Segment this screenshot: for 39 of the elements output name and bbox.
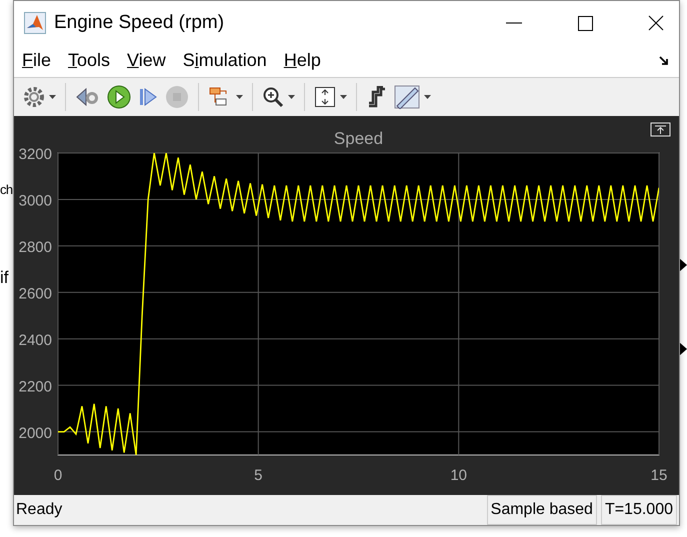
step-forward-icon[interactable] xyxy=(137,86,159,108)
menu-item[interactable]: File xyxy=(22,47,52,74)
caret-icon[interactable] xyxy=(340,95,347,100)
background-text: if xyxy=(0,267,8,289)
chart-title: Speed xyxy=(334,129,384,148)
y-tick-label: 2400 xyxy=(18,332,52,349)
ruler-icon[interactable] xyxy=(394,85,420,110)
x-tick-label: 15 xyxy=(650,467,668,484)
x-tick-label: 5 xyxy=(254,467,262,484)
y-tick-label: 3200 xyxy=(18,146,52,164)
app-logo-icon xyxy=(24,12,46,34)
y-tick-label: 2200 xyxy=(18,378,52,396)
undock-icon[interactable] xyxy=(650,122,670,137)
y-tick-label: 2800 xyxy=(18,238,52,256)
autoscale-icon[interactable] xyxy=(314,86,336,108)
run-icon[interactable] xyxy=(107,85,131,110)
menu-item[interactable]: Help xyxy=(284,47,321,74)
y-tick-label: 2000 xyxy=(18,424,52,442)
x-tick-label: 10 xyxy=(450,467,467,484)
settings-icon[interactable] xyxy=(23,86,45,108)
signal-icon[interactable] xyxy=(366,86,388,108)
arrow-icon[interactable] xyxy=(659,56,669,66)
y-tick-label: 2600 xyxy=(18,285,52,302)
caret-icon[interactable] xyxy=(288,95,295,100)
caret-icon[interactable] xyxy=(49,95,56,100)
caret-icon[interactable] xyxy=(236,95,243,100)
status-text: Ready xyxy=(16,500,62,520)
step-back-icon[interactable] xyxy=(75,86,101,108)
window-title: Engine Speed (rpm) xyxy=(54,10,224,35)
menu-item[interactable]: View xyxy=(127,47,166,74)
menu-item[interactable]: Simulation xyxy=(182,47,267,74)
y-tick-label: 3000 xyxy=(18,192,52,210)
x-tick-label: 0 xyxy=(54,467,62,484)
caret-icon[interactable] xyxy=(424,95,431,100)
menu-item[interactable]: Tools xyxy=(68,47,110,74)
status-field: T=15.000 xyxy=(600,495,677,526)
status-field: Sample based xyxy=(486,495,597,526)
zoom-icon[interactable] xyxy=(262,86,284,108)
background-text: ch xyxy=(0,183,12,196)
